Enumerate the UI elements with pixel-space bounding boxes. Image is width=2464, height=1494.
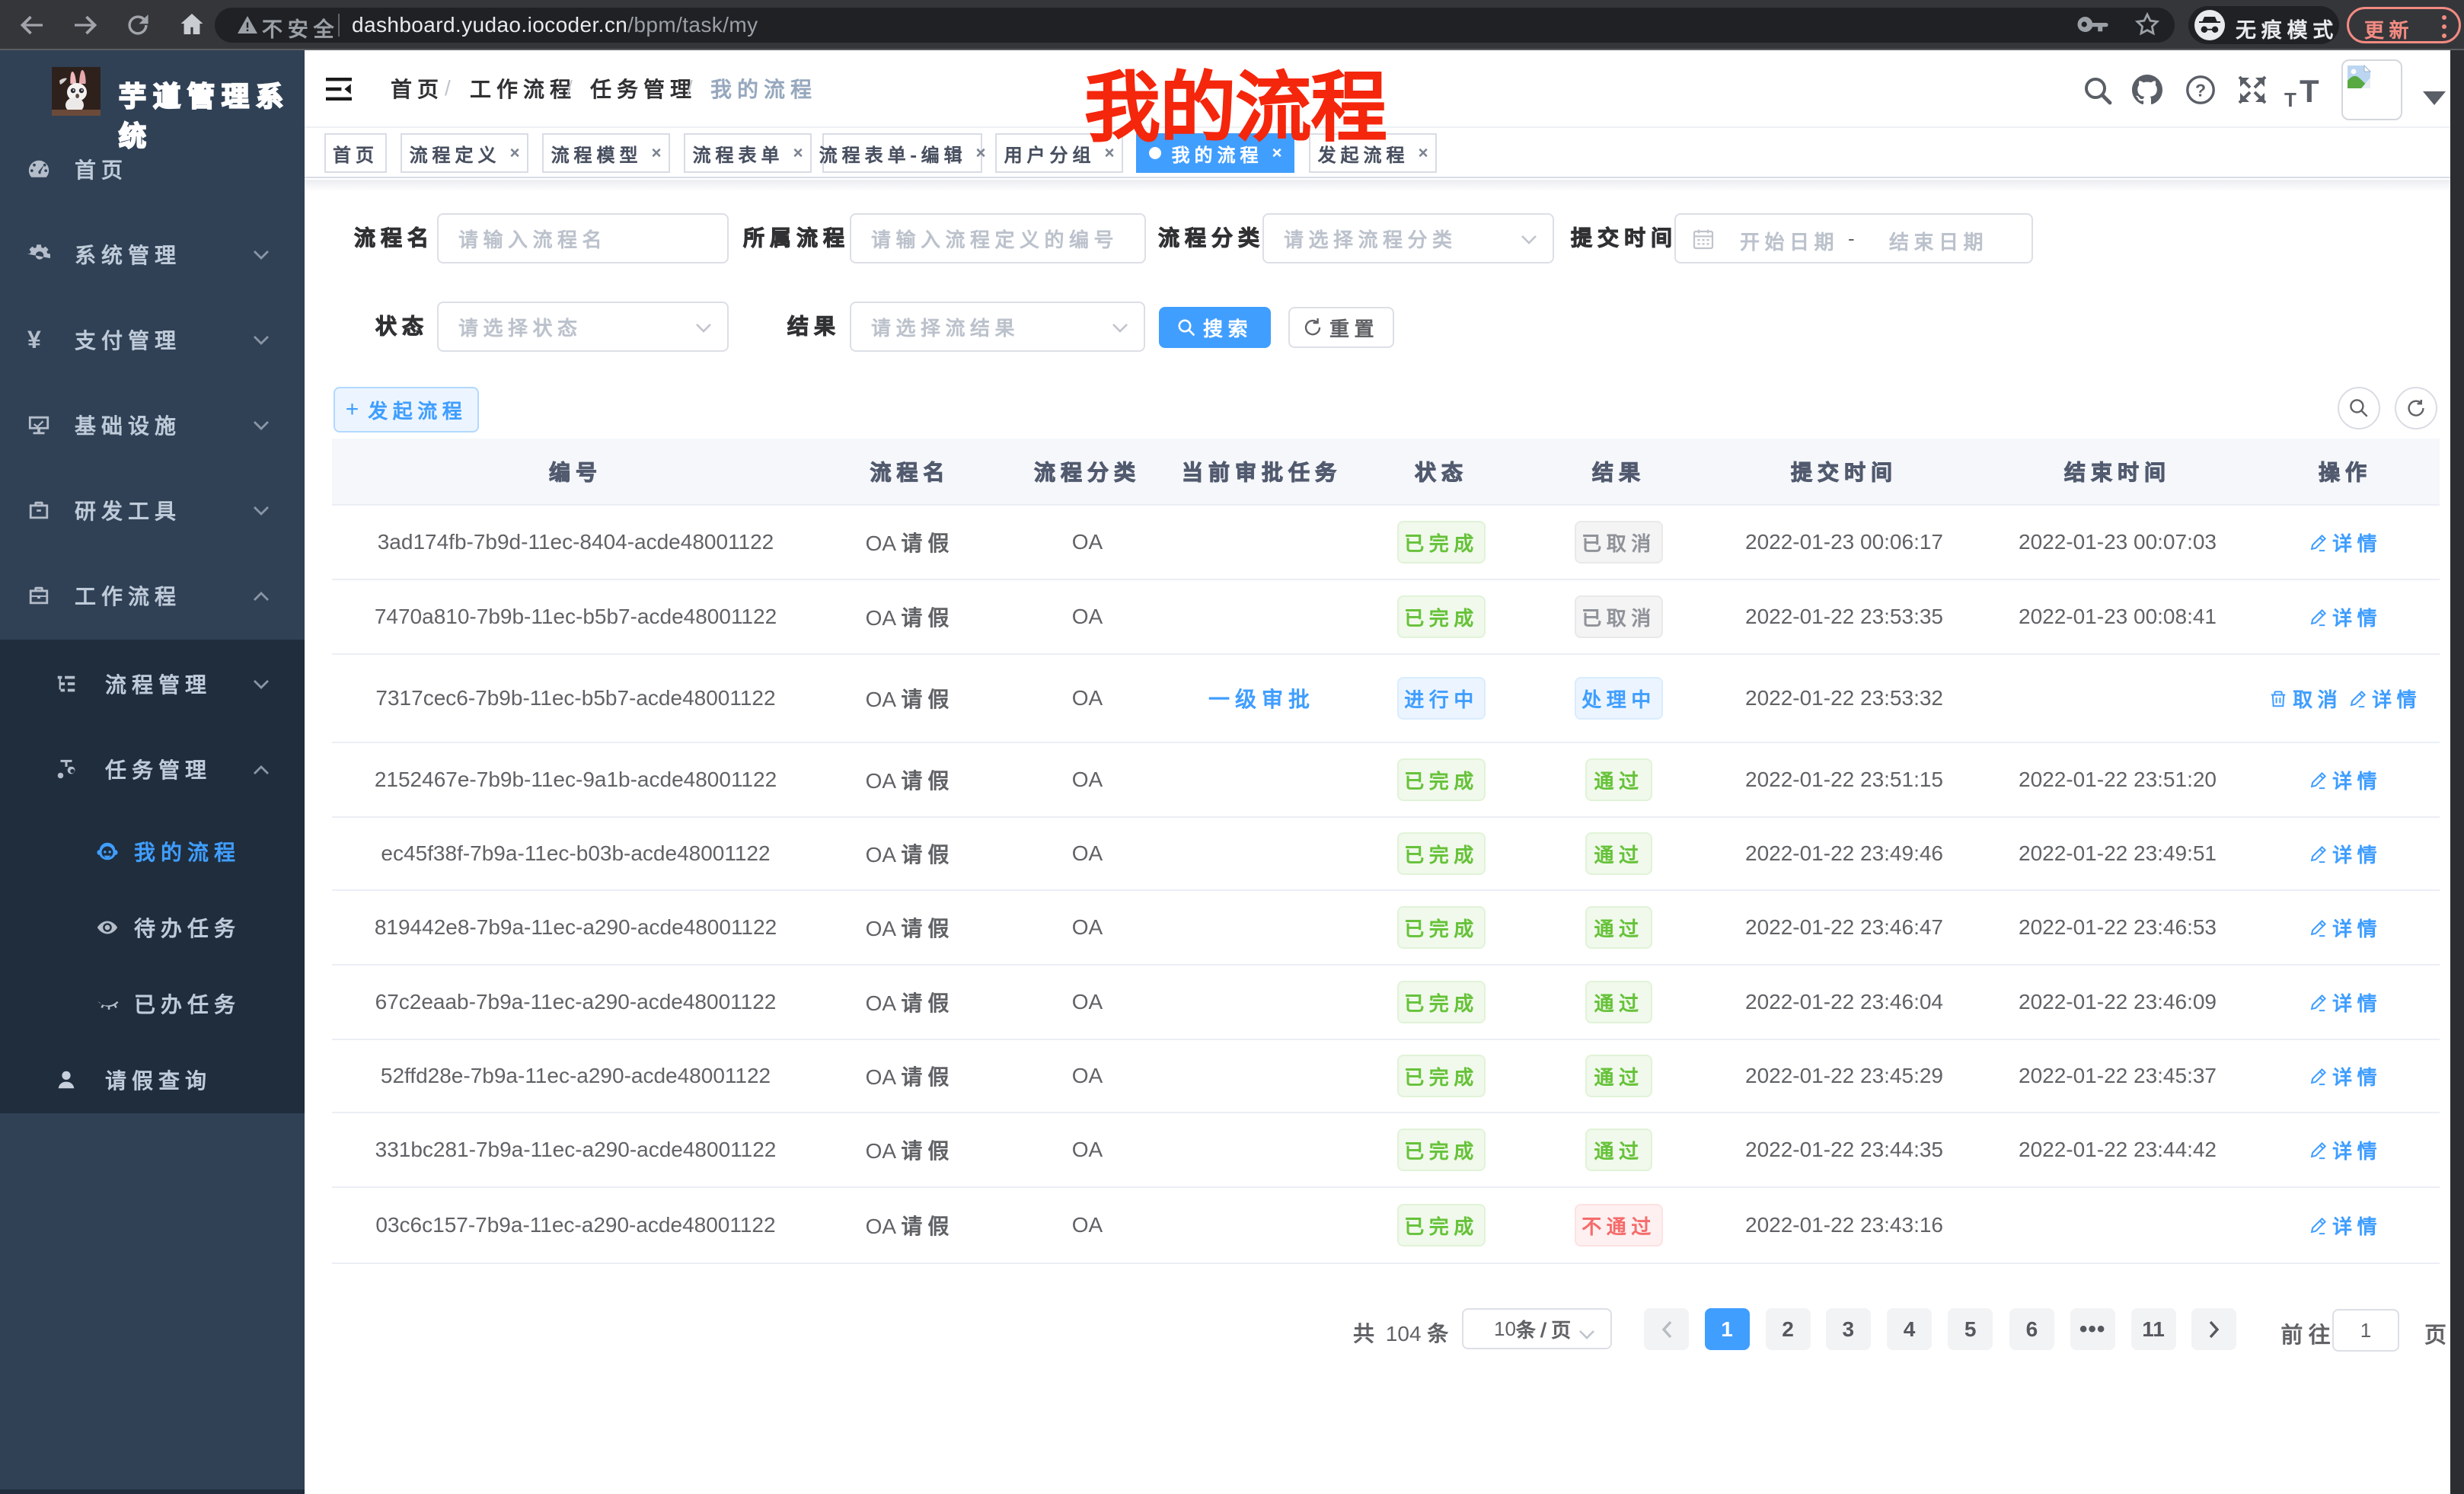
svg-text:?: ? xyxy=(2195,80,2206,100)
